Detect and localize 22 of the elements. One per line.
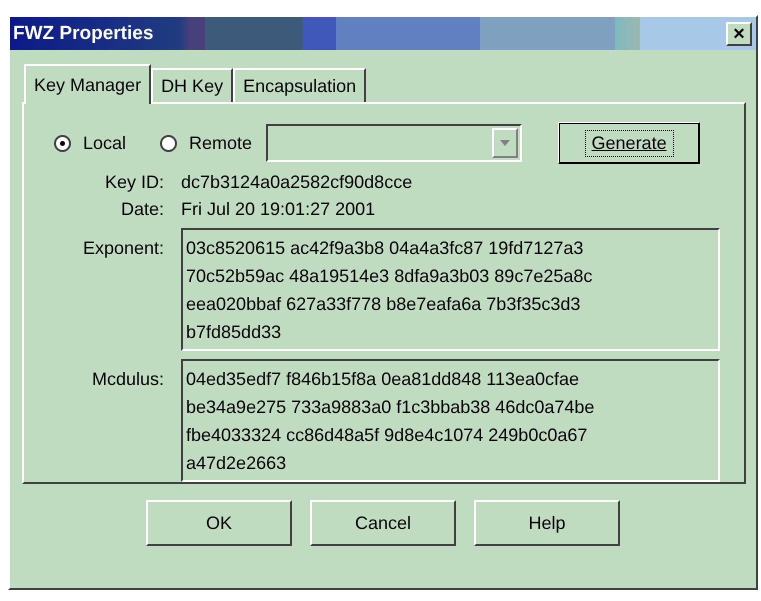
field-label: Key ID: xyxy=(104,172,164,193)
radio-button[interactable]: Remote xyxy=(160,132,252,154)
text-area[interactable]: 03c8520615 ac42f9a3b8 04a4a3fc87 19fd7127a3 70c52b59ac 48a19514e3 8dfa9a3b03 89c7e25a8c eea020bbaf 627a33f778 b8e7eafa6a 7b3f35c3d3 b7fd85dd33 xyxy=(181,228,720,351)
tab[interactable]: DH Key xyxy=(151,68,234,102)
radio-circle[interactable] xyxy=(54,134,71,152)
generate-button[interactable]: Generate xyxy=(558,122,700,164)
tab[interactable]: Key Manager xyxy=(24,64,152,104)
window-title: FWZ Properties xyxy=(13,22,154,44)
radio-circle[interactable] xyxy=(160,134,178,152)
field-value: dc7b3124a0a2582cf90d8cce xyxy=(181,172,414,193)
field-label: Exponent: xyxy=(82,237,164,259)
radio-button[interactable]: Local xyxy=(54,132,126,154)
caret-icon xyxy=(500,140,510,146)
close-button[interactable]: × xyxy=(726,22,752,46)
dialog-button[interactable]: Help xyxy=(474,500,620,546)
dialog-button[interactable]: Cancel xyxy=(310,500,456,546)
text-area[interactable]: 04ed35edf7 f846b15f8a 0ea81dd848 113ea0cfae be34a9e275 733a9883a0 f1c3bbab38 46dc0a74be fbe4033324 cc86d48a5f 9d8e4c1074 249b0c0a67 a47d2e2663 xyxy=(181,359,720,482)
field-label: Date: xyxy=(120,199,164,220)
tab[interactable]: Encapsulation xyxy=(233,68,366,102)
field-value: Fri Jul 20 19:01:27 2001 xyxy=(181,199,376,220)
dialog-button[interactable]: OK xyxy=(146,500,292,546)
field-label: Mcdulus: xyxy=(90,368,164,390)
